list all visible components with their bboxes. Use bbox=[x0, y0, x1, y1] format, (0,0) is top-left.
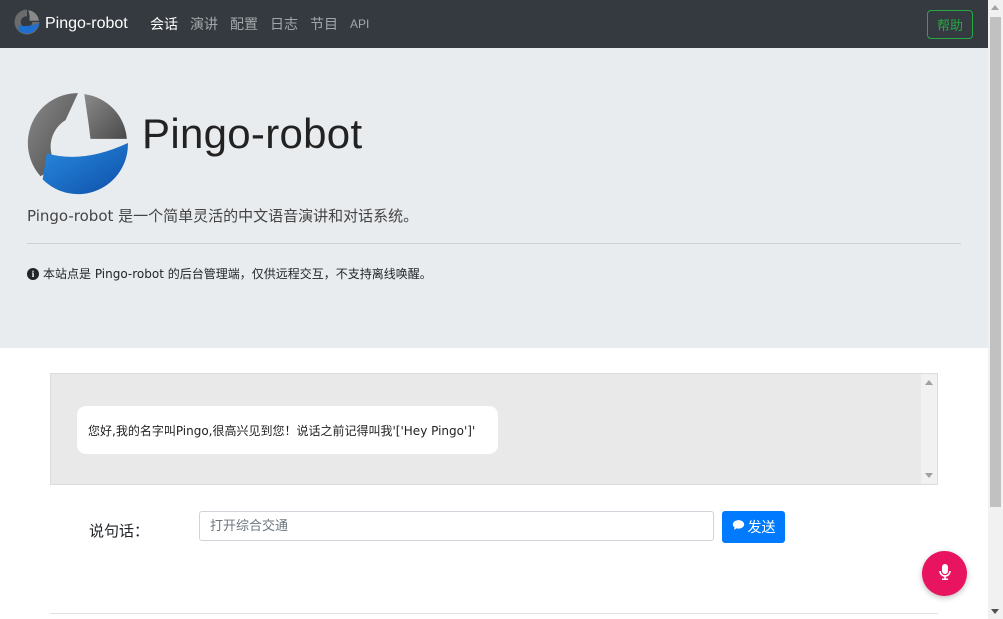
page-title: Pingo-robot bbox=[142, 110, 363, 157]
microphone-icon bbox=[938, 563, 951, 584]
help-button[interactable]: 帮助 bbox=[927, 10, 973, 39]
divider bbox=[27, 243, 961, 244]
jumbotron: Pingo-robot Pingo-robot 是一个简单灵活的中文语音演讲和对… bbox=[0, 48, 988, 348]
say-input[interactable] bbox=[199, 511, 714, 541]
nav-link-log[interactable]: 日志 bbox=[270, 14, 298, 34]
info-circle-icon: i bbox=[27, 267, 39, 280]
comment-icon bbox=[732, 519, 745, 535]
chat-message: 您好,我的名字叫Pingo,很高兴见到您！说话之前记得叫我'['Hey Ping… bbox=[77, 406, 498, 454]
chat-window[interactable]: 您好,我的名字叫Pingo,很高兴见到您！说话之前记得叫我'['Hey Ping… bbox=[50, 373, 938, 485]
send-label: 发送 bbox=[747, 520, 776, 536]
lead-text: Pingo-robot 是一个简单灵活的中文语音演讲和对话系统。 bbox=[27, 207, 419, 225]
page-scroll-thumb[interactable] bbox=[990, 17, 1001, 507]
brand-link[interactable]: Pingo-robot bbox=[14, 9, 128, 39]
microphone-button[interactable] bbox=[922, 551, 967, 596]
scroll-up-icon[interactable] bbox=[925, 380, 933, 385]
page-scrollbar[interactable] bbox=[988, 0, 1003, 619]
pingo-logo-large bbox=[26, 91, 130, 199]
chat-scrollbar[interactable] bbox=[921, 374, 937, 484]
nav-link-chat[interactable]: 会话 bbox=[150, 14, 178, 34]
nav-link-speech[interactable]: 演讲 bbox=[190, 14, 218, 34]
scroll-down-icon[interactable] bbox=[925, 473, 933, 478]
notice-text: 本站点是 Pingo-robot 的后台管理端，仅供远程交互，不支持离线唤醒。 bbox=[43, 267, 432, 281]
top-navbar: Pingo-robot 会话 演讲 配置 日志 节目 API 帮助 bbox=[0, 0, 988, 48]
pingo-logo-icon bbox=[14, 9, 40, 39]
send-button[interactable]: 发送 bbox=[722, 511, 785, 543]
bottom-divider bbox=[50, 613, 938, 614]
say-label: 说句话： bbox=[89, 522, 150, 540]
brand-text: Pingo-robot bbox=[45, 15, 128, 32]
nav-link-api[interactable]: API bbox=[350, 17, 369, 31]
notice: i 本站点是 Pingo-robot 的后台管理端，仅供远程交互，不支持离线唤醒… bbox=[27, 265, 432, 282]
page-scroll-down-icon[interactable] bbox=[991, 609, 999, 614]
nav-link-program[interactable]: 节目 bbox=[310, 14, 338, 34]
page-scroll-up-icon[interactable] bbox=[991, 5, 999, 10]
nav-links: 会话 演讲 配置 日志 节目 API bbox=[150, 0, 381, 48]
nav-link-config[interactable]: 配置 bbox=[230, 14, 258, 34]
